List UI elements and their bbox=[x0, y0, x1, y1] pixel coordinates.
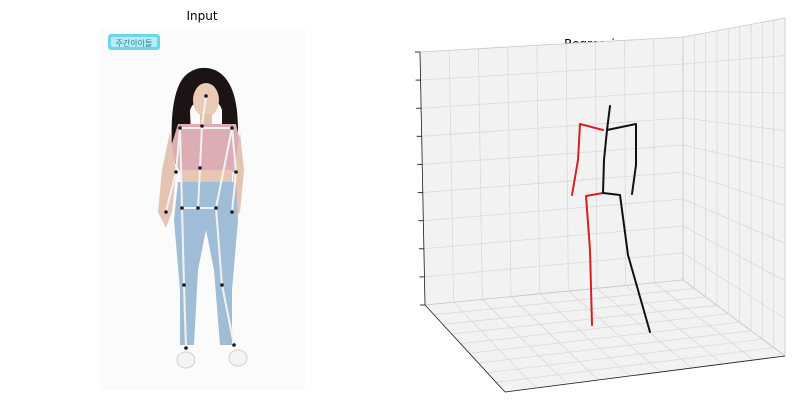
keypoint-dot-icon bbox=[198, 166, 202, 170]
input-panel: Input 주간아이돌 bbox=[100, 9, 305, 390]
right-shoe bbox=[176, 351, 196, 369]
keypoint-dot-icon bbox=[234, 170, 238, 174]
keypoint-dot-icon bbox=[232, 343, 236, 347]
keypoint-dot-icon bbox=[230, 210, 234, 214]
keypoint-dot-icon bbox=[184, 346, 188, 350]
midriff bbox=[182, 170, 232, 184]
keypoint-dot-icon bbox=[220, 283, 224, 287]
keypoint-dot-icon bbox=[214, 206, 218, 210]
keypoint-dot-icon bbox=[174, 170, 178, 174]
keypoint-dot-icon bbox=[204, 94, 208, 98]
keypoint-dot-icon bbox=[164, 210, 168, 214]
show-logo-text: 주간아이돌 bbox=[116, 38, 153, 48]
input-panel-title: Input bbox=[186, 9, 217, 23]
keypoint-dot-icon bbox=[200, 124, 204, 128]
regression-panel: Regression bbox=[415, 17, 787, 393]
left-shoe bbox=[228, 349, 248, 367]
keypoint-dot-icon bbox=[230, 126, 234, 130]
keypoint-dot-icon bbox=[178, 126, 182, 130]
grid-line bbox=[653, 38, 655, 283]
keypoint-dot-icon bbox=[182, 283, 186, 287]
keypoint-dot-icon bbox=[196, 206, 200, 210]
show-logo: 주간아이돌 bbox=[108, 34, 160, 50]
figure-canvas: Input 주간아이돌 bbox=[100, 9, 787, 393]
keypoint-dot-icon bbox=[180, 206, 184, 210]
